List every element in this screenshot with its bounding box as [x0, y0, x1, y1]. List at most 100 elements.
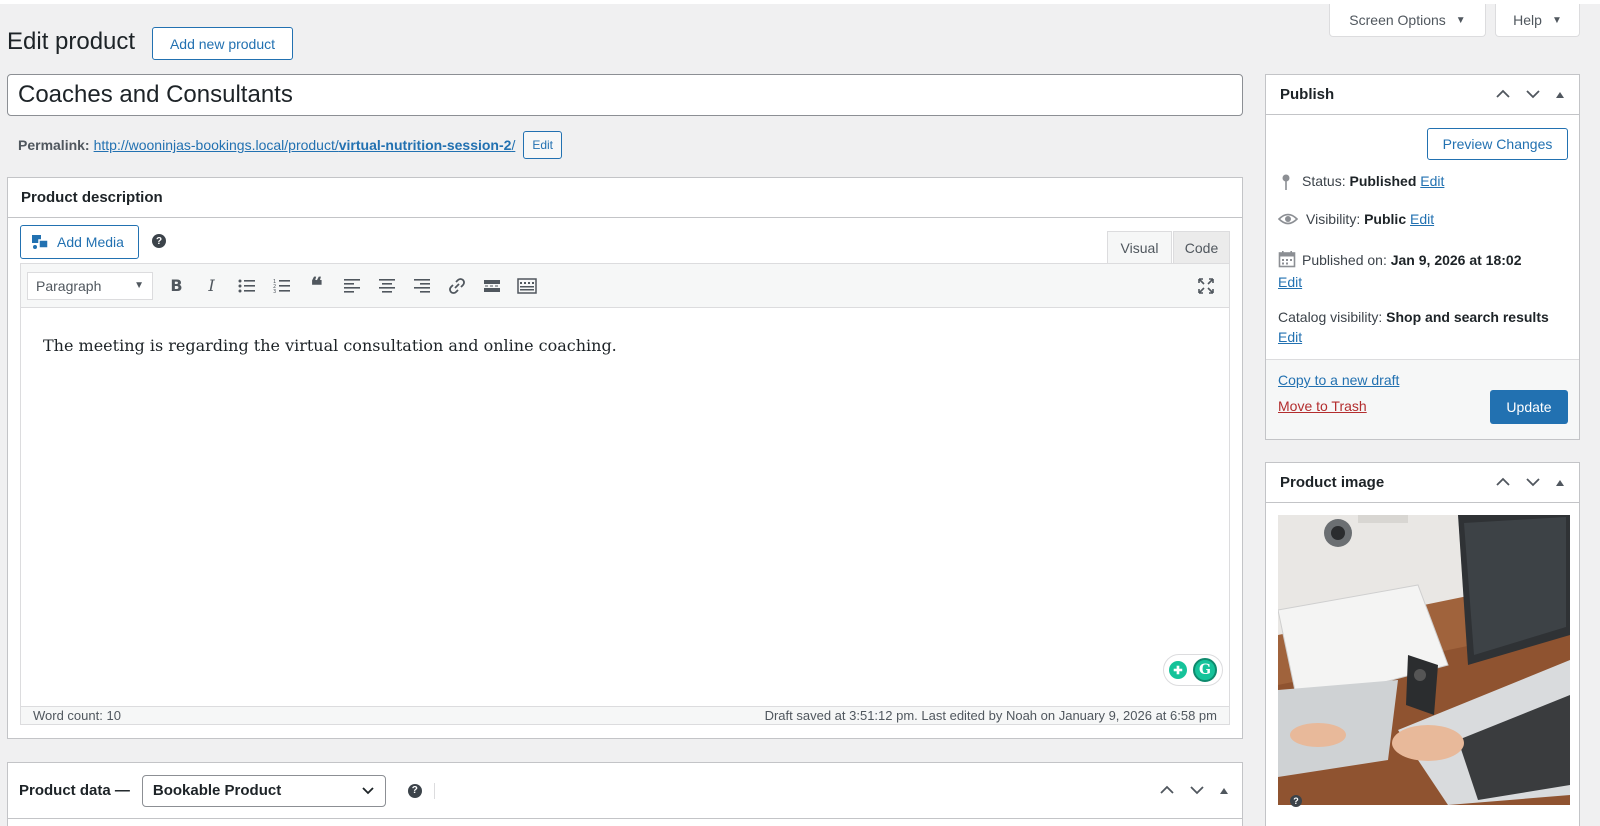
fullscreen-icon[interactable]	[1188, 271, 1223, 301]
box-controls	[1495, 475, 1565, 490]
box-controls	[1159, 783, 1229, 798]
move-down-icon[interactable]	[1525, 475, 1541, 490]
chevron-down-icon: ▼	[134, 280, 144, 291]
published-label: Published on:	[1302, 252, 1387, 268]
pin-icon	[1282, 174, 1290, 190]
add-media-icon	[32, 235, 49, 249]
catalog-value: Shop and search results	[1386, 309, 1549, 325]
published-row: Published on: Jan 9, 2026 at 18:02 Edit	[1278, 249, 1570, 293]
catalog-edit-link[interactable]: Edit	[1278, 329, 1302, 345]
blockquote-icon[interactable]: ❝	[299, 271, 334, 301]
product-type-select[interactable]: Bookable Product	[141, 774, 386, 807]
bullet-list-icon[interactable]	[229, 271, 264, 301]
editor-statusbar: Word count: 10 Draft saved at 3:51:12 pm…	[21, 706, 1229, 724]
product-description-heading: Product description	[21, 189, 163, 206]
bulb-icon: ✚	[1169, 661, 1187, 679]
svg-text:3: 3	[273, 289, 276, 294]
publish-actions: Copy to a new draft Move to Trash Update	[1266, 359, 1579, 439]
caret-down-icon: ▼	[1551, 14, 1562, 26]
published-value: Jan 9, 2026 at 18:02	[1390, 252, 1522, 268]
status-value: Published	[1349, 173, 1417, 189]
eye-icon	[1278, 213, 1298, 225]
permalink-label: Permalink:	[18, 137, 90, 153]
page-title: Edit product	[7, 28, 136, 55]
permalink-slug: virtual-nutrition-session-2	[338, 137, 512, 153]
published-edit-link[interactable]: Edit	[1278, 274, 1302, 290]
product-image-thumbnail[interactable]	[1278, 515, 1570, 805]
preview-changes-button[interactable]: Preview Changes	[1427, 128, 1568, 160]
box-controls	[1495, 87, 1565, 102]
link-icon[interactable]	[439, 271, 474, 301]
product-data-header: Product data — Bookable Product ?	[8, 763, 1242, 819]
product-data-box: Product data — Bookable Product ?	[7, 762, 1243, 826]
status-edit-link[interactable]: Edit	[1420, 173, 1444, 189]
move-down-icon[interactable]	[1189, 783, 1205, 798]
move-up-icon[interactable]	[1159, 783, 1175, 798]
grammarly-icon: G	[1193, 658, 1217, 682]
publish-header: Publish	[1266, 75, 1579, 115]
publish-heading: Publish	[1280, 86, 1335, 103]
editor-paragraph: The meeting is regarding the virtual con…	[43, 336, 617, 355]
editor-toolbar: Paragraph ▼ B I 123 ❝	[21, 264, 1229, 308]
visibility-row: Visibility: Public Edit	[1278, 211, 1434, 227]
screen-options-button[interactable]: Screen Options ▼	[1329, 4, 1486, 37]
update-button[interactable]: Update	[1490, 390, 1568, 424]
align-center-icon[interactable]	[369, 271, 404, 301]
product-type-value: Bookable Product	[152, 782, 282, 799]
toolbar-toggle-icon[interactable]	[509, 271, 544, 301]
catalog-label: Catalog visibility:	[1278, 309, 1383, 325]
bold-icon[interactable]: B	[159, 271, 194, 301]
format-select[interactable]: Paragraph ▼	[27, 271, 153, 300]
move-up-icon[interactable]	[1495, 87, 1511, 102]
permalink-edit-button[interactable]: Edit	[523, 131, 563, 159]
product-image-box: Product image ?	[1265, 462, 1580, 826]
toggle-panel-icon[interactable]	[1555, 475, 1565, 490]
product-data-label: Product data —	[19, 782, 130, 799]
help-question-icon[interactable]: ?	[1290, 795, 1302, 807]
caret-down-icon: ▼	[1455, 14, 1466, 26]
align-left-icon[interactable]	[334, 271, 369, 301]
product-image-heading: Product image	[1280, 474, 1385, 491]
permalink-end: /	[511, 137, 516, 153]
format-select-value: Paragraph	[36, 277, 102, 294]
visibility-label: Visibility:	[1306, 211, 1361, 227]
align-right-icon[interactable]	[404, 271, 439, 301]
tab-visual[interactable]: Visual	[1107, 231, 1172, 263]
product-title-input[interactable]: Coaches and Consultants	[7, 74, 1243, 116]
divider	[433, 782, 435, 799]
status-label: Status:	[1302, 173, 1346, 189]
add-new-product-button[interactable]: Add new product	[152, 27, 293, 60]
move-up-icon[interactable]	[1495, 475, 1511, 490]
chevron-down-icon	[362, 786, 374, 794]
move-to-trash-link[interactable]: Move to Trash	[1278, 398, 1367, 414]
help-question-icon[interactable]: ?	[152, 234, 166, 248]
toggle-panel-icon[interactable]	[1555, 87, 1565, 102]
copy-to-draft-link[interactable]: Copy to a new draft	[1278, 372, 1399, 388]
desk-photo-image	[1278, 515, 1570, 805]
product-image-header: Product image	[1266, 463, 1579, 503]
catalog-row: Catalog visibility: Shop and search resu…	[1278, 307, 1570, 347]
add-media-button[interactable]: Add Media	[20, 225, 139, 259]
help-label: Help	[1513, 12, 1542, 28]
word-count: Word count: 10	[33, 708, 121, 723]
visibility-value: Public	[1364, 211, 1407, 227]
status-row: Status: Published Edit	[1278, 173, 1444, 191]
read-more-icon[interactable]	[474, 271, 509, 301]
visibility-edit-link[interactable]: Edit	[1410, 211, 1434, 227]
help-button[interactable]: Help ▼	[1495, 4, 1580, 37]
permalink-link[interactable]: http://wooninjas-bookings.local/product/…	[94, 137, 516, 153]
numbered-list-icon[interactable]: 123	[264, 271, 299, 301]
permalink-row: Permalink: http://wooninjas-bookings.loc…	[18, 131, 563, 159]
editor-wrap: Paragraph ▼ B I 123 ❝ The meeting is reg…	[20, 263, 1230, 725]
publish-box: Publish Preview Changes Status: Publishe…	[1265, 74, 1580, 440]
tab-code[interactable]: Code	[1173, 231, 1230, 263]
product-description-header: Product description	[8, 178, 1242, 218]
italic-icon[interactable]: I	[194, 271, 229, 301]
grammarly-widget[interactable]: ✚ G	[1163, 654, 1223, 686]
editor-content-area[interactable]: The meeting is regarding the virtual con…	[21, 308, 1229, 706]
draft-status: Draft saved at 3:51:12 pm. Last edited b…	[764, 708, 1217, 723]
move-down-icon[interactable]	[1525, 87, 1541, 102]
calendar-icon	[1278, 251, 1296, 268]
help-question-icon[interactable]: ?	[407, 783, 422, 798]
toggle-panel-icon[interactable]	[1219, 783, 1229, 798]
